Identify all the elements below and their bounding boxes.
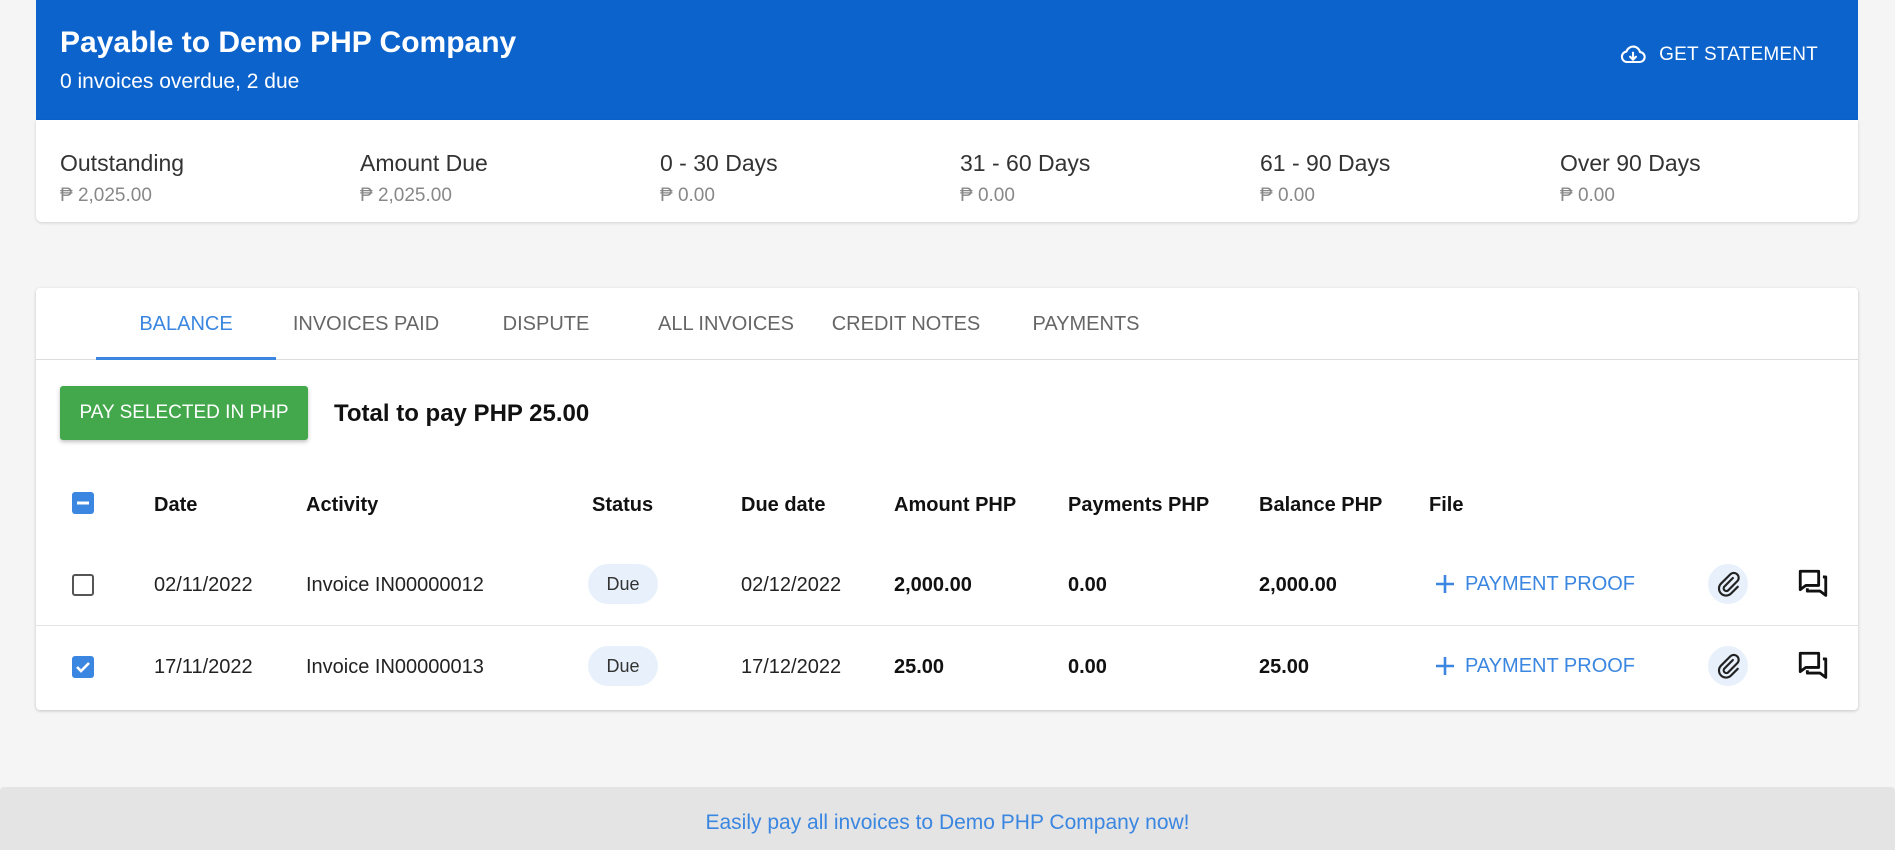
summary-31-60-days: 31 - 60 Days ₱ 0.00 <box>960 150 1090 207</box>
column-header-file: File <box>1429 494 1464 516</box>
summary-value: ₱ 2,025.00 <box>60 185 152 206</box>
column-header-due-date[interactable]: Due date <box>741 494 825 517</box>
minus-icon <box>77 501 89 505</box>
status-badge: Due <box>588 646 658 686</box>
company-header: Payable to Demo PHP Company 0 invoices o… <box>36 0 1858 120</box>
payment-proof-button[interactable]: PAYMENT PROOF <box>1433 654 1635 678</box>
plus-icon <box>1436 657 1454 675</box>
summary-outstanding: Outstanding ₱ 2,025.00 <box>60 150 184 207</box>
invoice-status-summary: 0 invoices overdue, 2 due <box>60 70 300 93</box>
payment-proof-button[interactable]: PAYMENT PROOF <box>1433 572 1635 596</box>
summary-value: ₱ 0.00 <box>1260 185 1315 206</box>
row-checkbox[interactable] <box>72 656 94 678</box>
comments-button[interactable] <box>1796 567 1830 601</box>
summary-label: Amount Due <box>360 150 488 176</box>
payment-proof-label: PAYMENT PROOF <box>1465 654 1636 677</box>
tab-balance[interactable]: BALANCE <box>96 288 276 360</box>
total-to-pay: Total to pay PHP 25.00 <box>334 400 590 427</box>
comments-icon <box>1798 651 1828 679</box>
table-row: 17/11/2022 Invoice IN00000013 Due 17/12/… <box>36 626 1858 708</box>
summary-0-30-days: 0 - 30 Days ₱ 0.00 <box>660 150 778 207</box>
select-all-checkbox[interactable] <box>72 492 94 514</box>
summary-61-90-days: 61 - 90 Days ₱ 0.00 <box>1260 150 1390 207</box>
row-activity[interactable]: Invoice IN00000012 <box>306 574 484 597</box>
payment-proof-label: PAYMENT PROOF <box>1465 572 1636 595</box>
column-header-balance[interactable]: Balance PHP <box>1259 494 1382 517</box>
check-icon <box>76 662 90 673</box>
row-due-date: 17/12/2022 <box>741 656 842 678</box>
row-date: 17/11/2022 <box>154 656 253 678</box>
footer-banner: Easily pay all invoices to Demo PHP Comp… <box>0 787 1895 850</box>
paperclip-icon <box>1717 571 1740 597</box>
tab-invoices-paid[interactable]: INVOICES PAID <box>276 288 456 360</box>
cloud-download-icon <box>1621 45 1646 64</box>
summary-label: 61 - 90 Days <box>1260 150 1391 176</box>
status-badge: Due <box>588 564 658 604</box>
get-statement-label: GET STATEMENT <box>1659 44 1818 65</box>
column-header-payments[interactable]: Payments PHP <box>1068 494 1209 517</box>
row-date: 02/11/2022 <box>154 574 253 596</box>
summary-label: Over 90 Days <box>1560 150 1701 176</box>
column-header-amount[interactable]: Amount PHP <box>894 494 1016 517</box>
get-statement-button[interactable]: GET STATEMENT <box>1619 38 1818 72</box>
summary-amount-due: Amount Due ₱ 2,025.00 <box>360 150 488 207</box>
summary-value: ₱ 0.00 <box>660 185 715 206</box>
row-payments: 0.00 <box>1068 574 1107 596</box>
row-due-date: 02/12/2022 <box>741 574 842 596</box>
row-checkbox[interactable] <box>72 574 94 596</box>
tab-all-invoices[interactable]: ALL INVOICES <box>636 288 816 360</box>
aging-summary: Outstanding ₱ 2,025.00 Amount Due ₱ 2,02… <box>36 120 1858 222</box>
column-header-status[interactable]: Status <box>592 494 653 517</box>
comments-button[interactable] <box>1796 649 1830 683</box>
invoices-panel: BALANCE INVOICES PAID DISPUTE ALL INVOIC… <box>36 288 1858 710</box>
summary-label: 31 - 60 Days <box>960 150 1091 176</box>
summary-over-90-days: Over 90 Days ₱ 0.00 <box>1560 150 1701 207</box>
row-activity[interactable]: Invoice IN00000013 <box>306 656 484 679</box>
summary-label: Outstanding <box>60 150 185 176</box>
summary-value: ₱ 0.00 <box>1560 185 1615 206</box>
plus-icon <box>1436 575 1454 593</box>
row-balance: 2,000.00 <box>1259 574 1337 596</box>
summary-label: 0 - 30 Days <box>660 150 778 176</box>
row-amount: 25.00 <box>894 656 945 678</box>
tab-dispute[interactable]: DISPUTE <box>456 288 636 360</box>
tab-bar: BALANCE INVOICES PAID DISPUTE ALL INVOIC… <box>36 288 1858 360</box>
pay-all-link[interactable]: Easily pay all invoices to Demo PHP Comp… <box>0 811 1895 835</box>
paperclip-icon <box>1717 653 1740 679</box>
tab-credit-notes[interactable]: CREDIT NOTES <box>816 288 996 360</box>
summary-value: ₱ 0.00 <box>960 185 1015 206</box>
tab-payments[interactable]: PAYMENTS <box>996 288 1176 360</box>
column-header-activity[interactable]: Activity <box>306 494 378 517</box>
row-balance: 25.00 <box>1259 656 1310 678</box>
attachment-button[interactable] <box>1708 564 1748 604</box>
row-payments: 0.00 <box>1068 656 1107 678</box>
page-title: Payable to Demo PHP Company <box>60 26 517 59</box>
column-header-date[interactable]: Date <box>154 494 197 517</box>
attachment-button[interactable] <box>1708 646 1748 686</box>
row-amount: 2,000.00 <box>894 574 972 596</box>
comments-icon <box>1798 569 1828 597</box>
summary-value: ₱ 2,025.00 <box>360 185 452 206</box>
pay-selected-button[interactable]: PAY SELECTED IN PHP <box>60 386 308 440</box>
table-row: 02/11/2022 Invoice IN00000012 Due 02/12/… <box>36 544 1858 626</box>
